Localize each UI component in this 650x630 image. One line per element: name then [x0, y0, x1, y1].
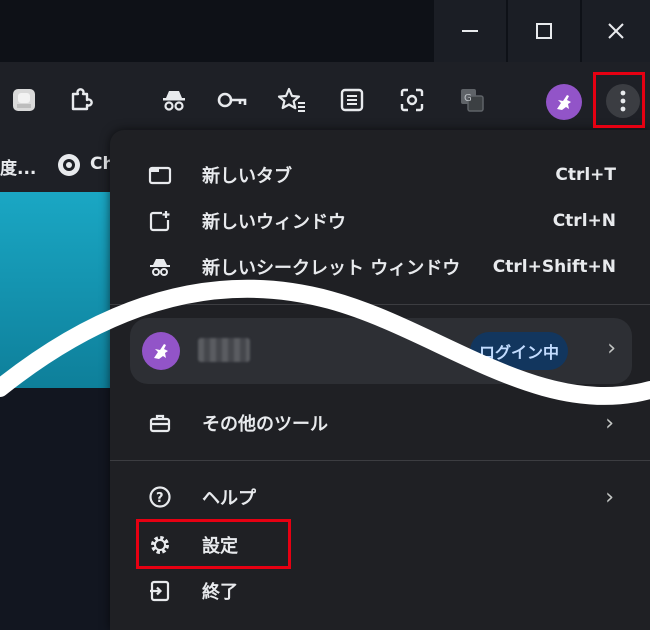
reading-list-button[interactable] — [336, 84, 368, 116]
menu-label: ヘルプ — [202, 488, 256, 509]
chevron-right-icon: › — [605, 484, 614, 510]
page-banner — [0, 192, 110, 388]
reading-list-icon — [340, 88, 364, 112]
screenshot-icon — [400, 88, 424, 112]
chevron-right-icon: › — [607, 336, 616, 361]
settings-highlight — [136, 519, 291, 569]
extensions-button[interactable] — [64, 84, 96, 116]
maximize-button[interactable] — [508, 0, 580, 62]
translate-button[interactable]: G — [456, 84, 488, 116]
unicorn-avatar-icon — [557, 95, 571, 110]
chevron-right-icon: › — [605, 410, 614, 436]
menu-item-help[interactable]: ? ヘルプ › — [110, 474, 650, 520]
unicorn-avatar-icon — [154, 344, 168, 359]
profile-avatar-button[interactable] — [546, 84, 582, 120]
star-list-icon — [277, 87, 305, 112]
menu-label: その他のツール — [202, 414, 328, 435]
toolbox-icon — [148, 411, 172, 435]
help-icon: ? — [148, 485, 172, 509]
menu-label: 新しいシークレット ウィンドウ — [202, 258, 461, 279]
menu-label: 新しいウィンドウ — [202, 212, 346, 233]
menu-button-highlight — [593, 72, 645, 128]
minimize-button[interactable] — [434, 0, 506, 62]
chrome-settings-gear-icon — [58, 154, 80, 176]
menu-shortcut: Ctrl+N — [552, 211, 616, 231]
menu-item-new-window[interactable]: 新しいウィンドウ Ctrl+N — [110, 198, 650, 244]
menu-item-incognito-window[interactable]: 新しいシークレット ウィンドウ Ctrl+Shift+N — [110, 244, 650, 290]
svg-text:?: ? — [156, 491, 164, 506]
screenshot-button[interactable] — [396, 84, 428, 116]
new-tab-icon — [148, 163, 172, 187]
menu-shortcut: Ctrl+T — [555, 165, 616, 185]
menu-profile-row[interactable]: ログイン中 › — [130, 318, 632, 384]
profile-name-blurred — [198, 338, 250, 362]
menu-label: 新しいタブ — [202, 166, 292, 187]
menu-item-new-tab[interactable]: 新しいタブ Ctrl+T — [110, 152, 650, 198]
signed-in-badge: ログイン中 — [470, 332, 568, 370]
exit-icon — [148, 579, 172, 603]
menu-divider — [110, 460, 650, 461]
profile-avatar — [142, 332, 180, 370]
key-icon — [217, 92, 247, 108]
menu-divider — [110, 304, 650, 305]
extension-app-button[interactable] — [8, 84, 40, 116]
translate-icon: G — [461, 89, 484, 112]
menu-item-more-tools[interactable]: その他のツール › — [110, 400, 650, 446]
minimize-icon — [462, 30, 478, 32]
puzzle-extension-icon — [71, 88, 93, 111]
incognito-icon — [148, 255, 172, 279]
menu-item-exit[interactable]: 終了 — [110, 568, 650, 614]
title-bar — [0, 0, 650, 62]
bookmark-star-button[interactable] — [276, 84, 308, 116]
toolbar: G — [0, 62, 650, 140]
bookmark-item-1[interactable]: 度... — [0, 154, 36, 179]
incognito-button[interactable] — [158, 84, 190, 116]
close-icon — [608, 23, 624, 39]
extension-app-icon — [13, 89, 35, 111]
password-button[interactable] — [216, 84, 248, 116]
maximize-icon — [536, 23, 552, 39]
menu-label: 終了 — [202, 582, 238, 603]
new-window-icon — [148, 209, 172, 233]
close-window-button[interactable] — [582, 0, 650, 62]
svg-text:G: G — [464, 93, 472, 104]
menu-shortcut: Ctrl+Shift+N — [492, 257, 616, 277]
incognito-icon — [163, 91, 185, 111]
